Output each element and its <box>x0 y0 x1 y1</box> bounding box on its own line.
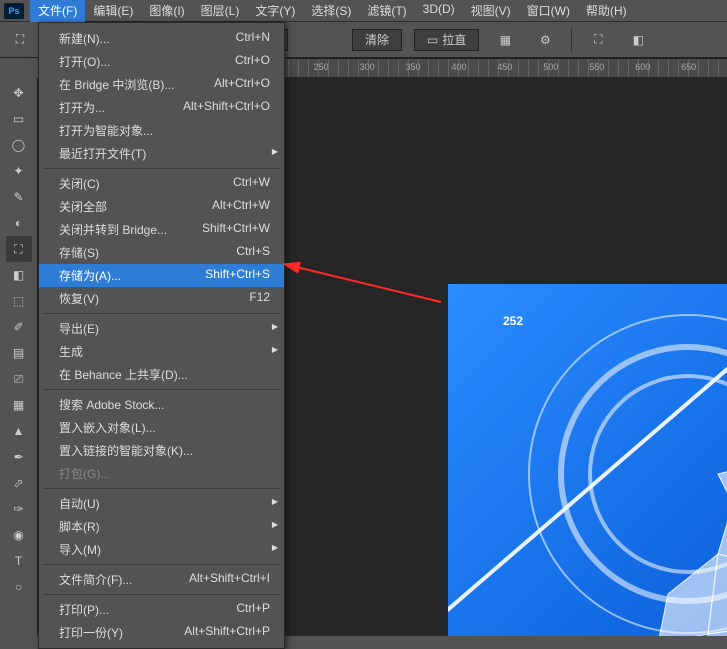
file-menu-item[interactable]: 置入链接的智能对象(K)... <box>39 439 284 462</box>
aspect-icon[interactable]: ◧ <box>624 26 652 54</box>
straighten-button[interactable]: ▭拉直 <box>414 29 479 51</box>
file-menu-item[interactable]: 恢复(V)F12 <box>39 287 284 310</box>
crop-tool-icon[interactable]: ⛶ <box>6 26 34 54</box>
tool-eyedropper[interactable]: ✎ <box>6 184 32 210</box>
menu-separator <box>43 389 280 390</box>
menu-separator <box>43 488 280 489</box>
file-menu-item[interactable]: 生成 <box>39 340 284 363</box>
file-menu-item[interactable]: 文件简介(F)...Alt+Shift+Ctrl+I <box>39 568 284 591</box>
menu-文件(F)[interactable]: 文件(F) <box>30 0 85 22</box>
menu-separator <box>43 168 280 169</box>
artwork-image: 252 <box>448 284 727 636</box>
file-menu-item[interactable]: 打开为智能对象... <box>39 119 284 142</box>
tool-wand[interactable]: ✦ <box>6 158 32 184</box>
file-menu-item[interactable]: 关闭(C)Ctrl+W <box>39 172 284 195</box>
tool-bucket[interactable]: ▤ <box>6 340 32 366</box>
gear-icon[interactable]: ⚙ <box>531 26 559 54</box>
menu-3D(D)[interactable]: 3D(D) <box>415 0 463 22</box>
toolbox: ✥▭◯✦✎◐⛶◧⬚✐▤⎚▦▲✒⬀✑◉T○ <box>0 78 38 636</box>
tool-move[interactable]: ✥ <box>6 80 32 106</box>
menu-视图(V)[interactable]: 视图(V) <box>463 0 519 22</box>
tool-clone[interactable]: ⎚ <box>6 366 32 392</box>
tool-healing[interactable]: ◐ <box>6 210 32 236</box>
tool-blur[interactable]: ◉ <box>6 522 32 548</box>
file-menu-item[interactable]: 搜索 Adobe Stock... <box>39 393 284 416</box>
file-menu-item[interactable]: 打印一份(Y)Alt+Shift+Ctrl+P <box>39 621 284 644</box>
menu-编辑(E)[interactable]: 编辑(E) <box>85 0 141 22</box>
menu-separator <box>43 594 280 595</box>
file-menu-item[interactable]: 在 Behance 上共享(D)... <box>39 363 284 386</box>
file-menu-item[interactable]: 打开为...Alt+Shift+Ctrl+O <box>39 96 284 119</box>
file-menu-item[interactable]: 存储(S)Ctrl+S <box>39 241 284 264</box>
file-menu-item[interactable]: 打开(O)...Ctrl+O <box>39 50 284 73</box>
file-menu-item[interactable]: 打印(P)...Ctrl+P <box>39 598 284 621</box>
menu-窗口(W)[interactable]: 窗口(W) <box>519 0 578 22</box>
tool-marquee2[interactable]: ⬚ <box>6 288 32 314</box>
menu-滤镜(T)[interactable]: 滤镜(T) <box>359 0 414 22</box>
menu-图层(L)[interactable]: 图层(L) <box>193 0 248 22</box>
file-menu-item[interactable]: 存储为(A)...Shift+Ctrl+S <box>39 264 284 287</box>
tool-crop[interactable]: ⛶ <box>6 236 32 262</box>
tool-brush[interactable]: ✐ <box>6 314 32 340</box>
menu-bar: Ps 文件(F)编辑(E)图像(I)图层(L)文字(Y)选择(S)滤镜(T)3D… <box>0 0 727 22</box>
tool-drop[interactable]: ▲ <box>6 418 32 444</box>
file-menu-dropdown: 新建(N)...Ctrl+N打开(O)...Ctrl+O在 Bridge 中浏览… <box>38 22 285 649</box>
file-menu-item[interactable]: 导入(M) <box>39 538 284 561</box>
menu-separator <box>43 564 280 565</box>
tool-pen2[interactable]: ✑ <box>6 496 32 522</box>
grid-icon[interactable]: ▦ <box>491 26 519 54</box>
tool-shape[interactable]: ○ <box>6 574 32 600</box>
tool-pen[interactable]: ✒ <box>6 444 32 470</box>
tool-marquee[interactable]: ▭ <box>6 106 32 132</box>
app-badge: Ps <box>4 3 24 19</box>
tool-lasso[interactable]: ◯ <box>6 132 32 158</box>
crop-overlay-icon[interactable]: ⛶ <box>584 26 612 54</box>
file-menu-item[interactable]: 关闭并转到 Bridge...Shift+Ctrl+W <box>39 218 284 241</box>
file-menu-item[interactable]: 最近打开文件(T) <box>39 142 284 165</box>
menu-帮助(H)[interactable]: 帮助(H) <box>578 0 635 22</box>
menu-选择(S)[interactable]: 选择(S) <box>303 0 359 22</box>
menu-图像(I)[interactable]: 图像(I) <box>141 0 192 22</box>
tool-type[interactable]: T <box>6 548 32 574</box>
file-menu-item[interactable]: 关闭全部Alt+Ctrl+W <box>39 195 284 218</box>
file-menu-item[interactable]: 在 Bridge 中浏览(B)...Alt+Ctrl+O <box>39 73 284 96</box>
file-menu-item[interactable]: 导出(E) <box>39 317 284 340</box>
menu-文字(Y)[interactable]: 文字(Y) <box>247 0 303 22</box>
file-menu-item: 打包(G)... <box>39 462 284 485</box>
file-menu-item[interactable]: 脚本(R) <box>39 515 284 538</box>
tool-gradient[interactable]: ▦ <box>6 392 32 418</box>
clear-button[interactable]: 清除 <box>352 29 402 51</box>
menu-separator <box>43 313 280 314</box>
tool-direct[interactable]: ⬀ <box>6 470 32 496</box>
tool-eraser[interactable]: ◧ <box>6 262 32 288</box>
file-menu-item[interactable]: 新建(N)...Ctrl+N <box>39 27 284 50</box>
file-menu-item[interactable]: 自动(U) <box>39 492 284 515</box>
file-menu-item[interactable]: 置入嵌入对象(L)... <box>39 416 284 439</box>
